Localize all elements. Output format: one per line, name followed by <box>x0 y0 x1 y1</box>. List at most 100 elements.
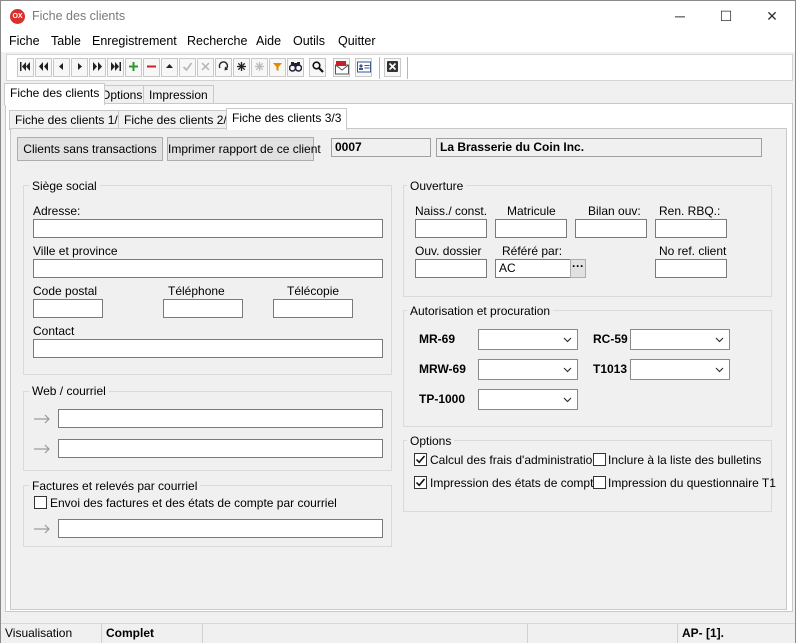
chevron-down-icon <box>715 337 724 343</box>
go-arrow-icon[interactable] <box>34 524 51 534</box>
first-record-icon[interactable] <box>17 58 34 77</box>
client-code-field: 0007 <box>331 138 431 157</box>
menu-outils[interactable]: Outils <box>293 34 325 48</box>
tab-fiche-1-3[interactable]: Fiche des clients 1/3 <box>9 110 131 130</box>
factures-title: Factures et relevés par courriel <box>29 479 201 493</box>
imprimer-rapport-button[interactable]: Imprimer rapport de ce client <box>167 137 321 161</box>
inclure-bulletins-label: Inclure à la liste des bulletins <box>608 453 762 467</box>
mr69-select[interactable] <box>478 329 578 350</box>
move-up-icon[interactable] <box>161 58 178 77</box>
menu-aide[interactable]: Aide <box>256 34 281 48</box>
toolbar-separator <box>379 57 380 79</box>
ouverture-group <box>403 185 772 297</box>
mrw69-select[interactable] <box>478 359 578 380</box>
menu-table[interactable]: Table <box>51 34 81 48</box>
rc59-select[interactable] <box>630 329 730 350</box>
pdf-email-icon[interactable] <box>333 58 350 77</box>
siege-social-title: Siège social <box>29 179 100 193</box>
checkmark-icon <box>415 478 426 487</box>
inclure-bulletins-checkbox[interactable] <box>593 453 606 466</box>
contact-input[interactable] <box>33 339 383 358</box>
title-bar: OX Fiche des clients ─ ☐ ✕ <box>1 1 795 32</box>
t1013-select[interactable] <box>630 359 730 380</box>
code-postal-input[interactable] <box>33 299 103 318</box>
tp1000-select[interactable] <box>478 389 578 410</box>
adresse-label: Adresse: <box>33 204 81 218</box>
add-icon[interactable] <box>125 58 142 77</box>
refresh-icon[interactable] <box>215 58 232 77</box>
tab-fiche-2-3[interactable]: Fiche des clients 2/3 <box>118 110 240 130</box>
delete-icon[interactable] <box>143 58 160 77</box>
refere-par-label: Référé par: <box>502 244 563 258</box>
options-title: Options <box>407 434 455 448</box>
ouv-dossier-label: Ouv. dossier <box>415 244 482 258</box>
mr69-label: MR-69 <box>419 332 456 346</box>
tab-fiche-des-clients[interactable]: Fiche des clients <box>4 83 106 105</box>
confirm-icon <box>179 58 196 77</box>
ouv-dossier-input[interactable] <box>415 259 487 278</box>
minimize-button[interactable]: ─ <box>657 1 703 32</box>
binoculars-icon[interactable] <box>287 58 304 77</box>
contact-label: Contact <box>33 324 75 338</box>
clients-sans-transactions-button[interactable]: Clients sans transactions <box>17 137 163 161</box>
checkmark-icon <box>415 455 426 464</box>
menu-recherche[interactable]: Recherche <box>187 34 247 48</box>
menu-quitter[interactable]: Quitter <box>338 34 376 48</box>
status-empty-2 <box>528 624 678 643</box>
tab-fiche-3-3[interactable]: Fiche des clients 3/3 <box>226 108 348 130</box>
ville-province-input[interactable] <box>33 259 383 278</box>
menu-fiche[interactable]: Fiche <box>9 34 40 48</box>
filter-icon[interactable] <box>269 58 286 77</box>
ville-province-label: Ville et province <box>33 244 118 258</box>
next-page-icon[interactable] <box>89 58 106 77</box>
status-state: Complet <box>102 624 203 643</box>
impression-etats-label: Impression des états de comptes <box>430 476 607 490</box>
calcul-frais-checkbox[interactable] <box>414 453 427 466</box>
chevron-down-icon <box>563 367 572 373</box>
go-arrow-icon[interactable] <box>34 414 51 424</box>
window-title: Fiche des clients <box>32 9 126 23</box>
app-logo-icon: OX <box>10 9 25 24</box>
rc59-label: RC-59 <box>593 332 628 346</box>
envoi-factures-checkbox[interactable] <box>34 496 47 509</box>
refere-par-browse-button[interactable]: ··· <box>570 259 586 278</box>
last-record-icon[interactable] <box>107 58 124 77</box>
telecopie-input[interactable] <box>273 299 353 318</box>
previous-record-icon[interactable] <box>53 58 70 77</box>
naiss-const-label: Naiss./ const. <box>415 204 488 218</box>
web-input[interactable] <box>58 409 383 428</box>
refere-par-input[interactable]: AC <box>495 259 571 278</box>
telecopie-label: Télécopie <box>287 284 340 298</box>
impression-etats-checkbox[interactable] <box>414 476 427 489</box>
mrw69-label: MRW-69 <box>419 362 466 376</box>
impression-questionnaire-checkbox[interactable] <box>593 476 606 489</box>
envoi-factures-label: Envoi des factures et des états de compt… <box>50 496 337 510</box>
menu-enregistrement[interactable]: Enregistrement <box>92 34 177 48</box>
close-window-button[interactable]: ✕ <box>749 1 795 32</box>
next-record-icon[interactable] <box>71 58 88 77</box>
go-arrow-icon[interactable] <box>34 444 51 454</box>
adresse-input[interactable] <box>33 219 383 238</box>
tab-impression[interactable]: Impression <box>143 85 214 105</box>
maximize-button[interactable]: ☐ <box>703 1 749 32</box>
no-ref-client-label: No ref. client <box>659 244 727 258</box>
telephone-input[interactable] <box>163 299 243 318</box>
search-icon[interactable] <box>309 58 326 77</box>
previous-page-icon[interactable] <box>35 58 52 77</box>
chevron-down-icon <box>715 367 724 373</box>
chevron-down-icon <box>563 337 572 343</box>
cancel-icon <box>197 58 214 77</box>
status-empty-1 <box>203 624 528 643</box>
ren-rbq-input[interactable] <box>655 219 727 238</box>
close-form-icon[interactable] <box>384 58 401 77</box>
courriel-input[interactable] <box>58 439 383 458</box>
matricule-input[interactable] <box>495 219 567 238</box>
naiss-const-input[interactable] <box>415 219 487 238</box>
no-ref-client-input[interactable] <box>655 259 727 278</box>
star-icon[interactable] <box>233 58 250 77</box>
contact-card-icon[interactable] <box>355 58 372 77</box>
status-info: AP- [1]. <box>682 626 724 640</box>
web-courriel-title: Web / courriel <box>29 384 109 398</box>
factures-email-input[interactable] <box>58 519 383 538</box>
bilan-ouv-input[interactable] <box>575 219 647 238</box>
